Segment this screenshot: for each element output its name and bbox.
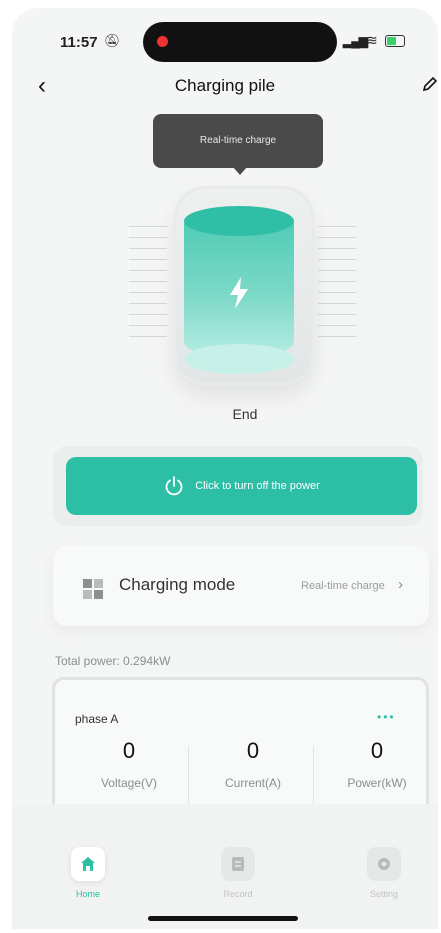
- lightning-bolt-icon: [230, 277, 248, 309]
- home-indicator: [148, 916, 298, 921]
- charge-state-label: End: [232, 406, 258, 422]
- current-label: Current(A): [224, 776, 281, 790]
- dynamic-island: [143, 22, 337, 62]
- tab-record-label: Record: [223, 889, 253, 899]
- divider: [188, 746, 189, 804]
- battery-charging-icon: [385, 35, 405, 47]
- current-value: 0: [246, 738, 260, 763]
- home-icon: [71, 847, 105, 881]
- power-button-label: Click to turn off the power: [195, 480, 320, 492]
- ellipsis-icon[interactable]: •••: [377, 710, 396, 724]
- current-metric: 0 Current(A): [193, 738, 313, 790]
- phase-card: phase A ••• 0 Voltage(V) 0 Current(A) 0 …: [52, 677, 429, 817]
- divider: [313, 746, 314, 804]
- status-time: 11:57: [60, 34, 98, 51]
- gauge-ticks-left: [129, 226, 167, 356]
- charge-cylinder-top: [184, 206, 294, 236]
- charging-mode-label: Charging mode: [119, 575, 236, 594]
- turn-off-power-button[interactable]: Click to turn off the power: [66, 457, 417, 515]
- voltage-metric: 0 Voltage(V): [69, 738, 189, 790]
- total-power: Total power: 0.294kW: [55, 654, 171, 668]
- phase-title: phase A: [75, 712, 119, 726]
- tab-home[interactable]: Home: [48, 847, 128, 899]
- signal-bars-icon: ▂▄▆: [343, 34, 368, 48]
- document-icon: [221, 847, 255, 881]
- tab-record[interactable]: Record: [198, 847, 278, 899]
- tab-setting-label: Setting: [369, 889, 399, 899]
- realtime-charge-tooltip: Real-time charge: [153, 114, 323, 175]
- charging-mode-row[interactable]: Charging mode Real-time charge ›: [53, 546, 429, 626]
- phone-screen: 11:57 🔕︎ ▂▄▆ ≋ ‹ Charging pile Real-time…: [12, 8, 438, 929]
- status-bar: 11:57 🔕︎ ▂▄▆ ≋: [12, 8, 438, 68]
- recording-indicator: [157, 36, 168, 47]
- tab-setting[interactable]: Setting: [344, 847, 424, 899]
- grid-icon: [83, 579, 103, 599]
- page-title: Charging pile: [174, 76, 276, 95]
- bell-slash-icon: 🔕︎: [104, 33, 121, 48]
- power-icon: [165, 476, 183, 496]
- voltage-label: Voltage(V): [100, 776, 158, 790]
- voltage-value: 0: [122, 738, 136, 763]
- navigation-bar: ‹ Charging pile: [12, 70, 438, 110]
- charging-mode-value: Real-time charge: [301, 580, 385, 592]
- pencil-icon[interactable]: [422, 76, 438, 92]
- gear-icon: [367, 847, 401, 881]
- wifi-icon: ≋: [366, 32, 378, 48]
- power-metric: 0 Power(kW): [317, 738, 437, 790]
- tab-bar: Home Record Setting: [12, 804, 438, 929]
- gauge-ticks-right: [318, 226, 356, 356]
- power-label: Power(kW): [347, 776, 407, 790]
- charge-cylinder-bottom: [184, 344, 294, 374]
- chevron-right-icon: ›: [398, 576, 403, 593]
- power-value: 0: [370, 738, 384, 763]
- tab-home-label: Home: [75, 889, 100, 899]
